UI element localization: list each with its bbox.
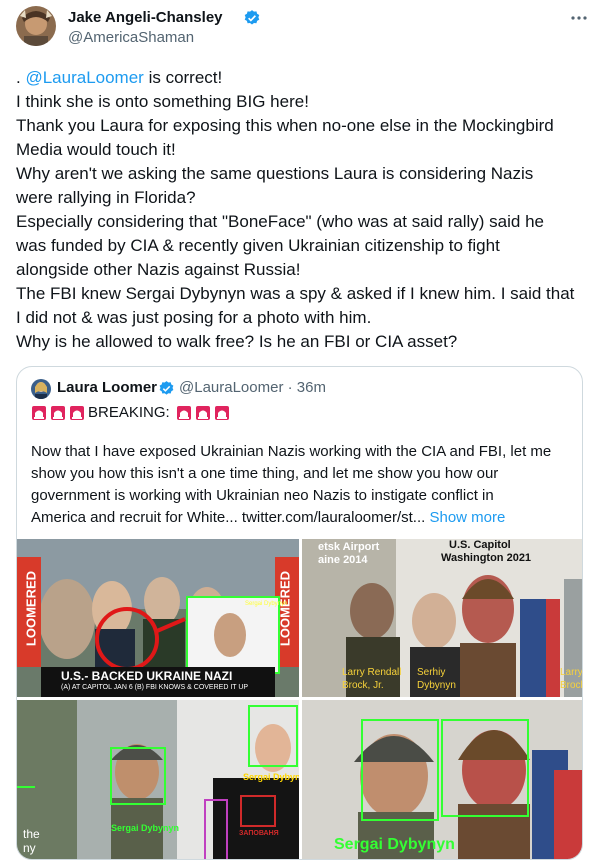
quote-author-handle[interactable]: @LauraLoomer: [179, 379, 283, 396]
tweet-line: was funded by CIA & recently given Ukrai…: [16, 236, 500, 255]
quote-line: show you how this isn't a one time thing…: [31, 465, 499, 482]
quote-line: Now that I have exposed Ukrainian Nazis …: [31, 443, 552, 460]
tweet-line: were rallying in Florida?: [16, 188, 196, 207]
tweet-line: Thank you Laura for exposing this when n…: [16, 116, 554, 135]
brand-watermark: LOOMERED: [277, 570, 293, 647]
face-label: Sergai Dybynyn: [334, 836, 455, 853]
tweet-line-suffix: is correct!: [143, 68, 223, 87]
image-headline: U.S.- BACKED UKRAINE NAZI: [61, 669, 233, 683]
tweet-line: Why is he allowed to walk free? Is he an…: [16, 332, 458, 351]
quoted-tweet[interactable]: Laura Loomer @LauraLoomer · 36m BREAKING…: [16, 366, 583, 860]
media-grid: LOOMERED LOOMERED U.S.- BACKED UKRAINE N…: [17, 539, 583, 859]
brand-watermark: LOOMERED: [23, 570, 39, 647]
breaking-label: BREAKING:: [88, 404, 170, 421]
shirt-text: ЗАПОВАНЯ: [239, 830, 279, 837]
separator-dot: ·: [287, 379, 293, 396]
inset-label: Sergai Dybynyn: [245, 601, 288, 607]
name-caption: Brock,: [560, 680, 582, 691]
media-image-3[interactable]: Sergai Dybynyn Sergai Dybynyn ЗАПОВАНЯ t…: [17, 700, 299, 859]
verified-badge-icon: [158, 380, 175, 397]
tweet-header: Jake Angeli-Chansley @AmericaShaman: [16, 4, 590, 48]
quote-author-name[interactable]: Laura Loomer: [57, 379, 157, 396]
name-caption: Larry R: [560, 667, 583, 678]
tweet-line: The FBI knew Sergai Dybynyn was a spy & …: [16, 284, 575, 303]
author-avatar[interactable]: [16, 6, 56, 46]
tweet-line: alongside other Nazis against Russia!: [16, 260, 301, 279]
quote-line: government is working with Ukrainian neo…: [31, 487, 494, 504]
tweet-line: I think she is onto something BIG here!: [16, 92, 309, 111]
image-caption: Washington 2021: [441, 552, 532, 564]
police-siren-icon: [69, 405, 85, 421]
media-image-4[interactable]: Sergai Dybynyn: [302, 700, 582, 859]
tweet-line: Media would touch it!: [16, 140, 176, 159]
police-siren-icon: [31, 405, 47, 421]
quote-line: America and recruit for White... twitter…: [31, 507, 571, 529]
image-caption: aine 2014: [318, 554, 368, 566]
face-label: Sergai Dybynyn: [243, 772, 299, 782]
tweet-text: . @LauraLoomer is correct! I think she i…: [16, 66, 596, 354]
corner-caption: the: [23, 827, 40, 841]
verified-badge-icon: [243, 9, 261, 27]
author-handle[interactable]: @AmericaShaman: [68, 29, 194, 46]
name-caption: Brock, Jr.: [342, 680, 384, 691]
quote-author-avatar[interactable]: [31, 379, 51, 399]
face-label: Sergai Dybynyn: [111, 823, 180, 833]
corner-caption: ny: [23, 841, 36, 855]
tweet-line: . @LauraLoomer is correct!: [16, 66, 596, 90]
quote-line-text: America and recruit for White... twitter…: [31, 509, 426, 526]
quote-body: Now that I have exposed Ukrainian Nazis …: [31, 441, 571, 529]
image-caption: U.S. Capitol: [449, 539, 511, 551]
police-siren-icon: [176, 405, 192, 421]
media-image-2[interactable]: etsk Airport aine 2014 U.S. Capitol Wash…: [302, 539, 583, 697]
more-horizontal-icon[interactable]: [570, 9, 588, 32]
quote-meta: @LauraLoomer · 36m: [179, 379, 326, 396]
name-caption: Larry Rendall: [342, 667, 402, 678]
name-caption: Serhiy: [417, 667, 446, 678]
police-siren-icon: [214, 405, 230, 421]
mention-link[interactable]: @LauraLoomer: [25, 68, 143, 87]
image-subline: (A) AT CAPITOL JAN 6 (B) FBI KNOWS & COV…: [61, 684, 249, 691]
police-siren-icon: [50, 405, 66, 421]
quote-timestamp[interactable]: 36m: [297, 379, 326, 396]
breaking-line: BREAKING:: [31, 404, 233, 421]
image-caption: etsk Airport: [318, 541, 380, 553]
tweet-line: Why aren't we asking the same questions …: [16, 164, 534, 183]
tweet-line: Especially considering that "BoneFace" (…: [16, 212, 544, 231]
media-image-1[interactable]: LOOMERED LOOMERED U.S.- BACKED UKRAINE N…: [17, 539, 299, 697]
tweet-line: I did not & was just posing for a photo …: [16, 308, 372, 327]
police-siren-icon: [195, 405, 211, 421]
show-more-link[interactable]: Show more: [429, 509, 505, 526]
name-caption: Dybynyn: [417, 680, 456, 691]
author-name[interactable]: Jake Angeli-Chansley: [68, 9, 223, 26]
